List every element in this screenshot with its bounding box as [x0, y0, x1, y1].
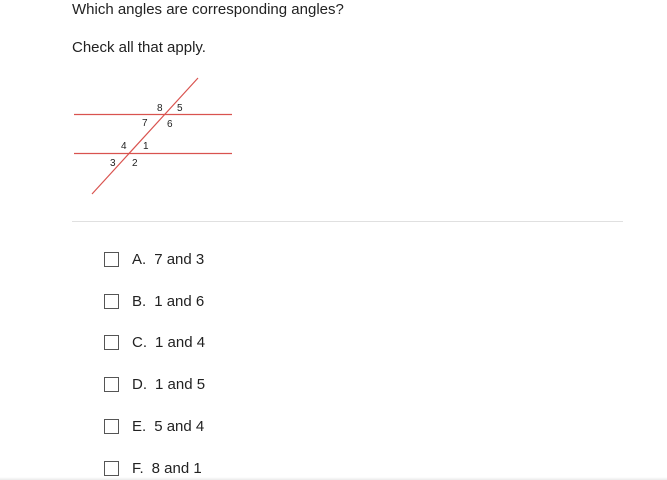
- option-c[interactable]: C. 1 and 4: [104, 330, 205, 354]
- option-d[interactable]: D. 1 and 5: [104, 372, 205, 396]
- option-f-letter: F.: [132, 459, 144, 477]
- transversal-diagram-svg: 8 5 7 6 4 1 3 2: [74, 77, 232, 195]
- checkbox-d[interactable]: [104, 376, 119, 392]
- option-c-text: 1 and 4: [155, 333, 206, 351]
- option-a-letter: A.: [132, 250, 147, 268]
- checkbox-e[interactable]: [104, 418, 119, 434]
- checkbox-a[interactable]: [104, 251, 119, 267]
- section-divider: [72, 221, 623, 222]
- question-instruction: Check all that apply.: [72, 39, 206, 56]
- angle-label-3: 3: [110, 158, 116, 169]
- option-b-letter: B.: [132, 292, 147, 310]
- option-b[interactable]: B. 1 and 6: [104, 289, 204, 313]
- angle-label-5: 5: [177, 103, 183, 114]
- option-d-text: 1 and 5: [155, 375, 206, 393]
- option-e-text: 5 and 4: [154, 417, 205, 435]
- option-e-letter: E.: [132, 417, 147, 435]
- angle-label-1: 1: [143, 141, 149, 152]
- question-prompt: Which angles are corresponding angles?: [72, 1, 344, 18]
- angle-label-4: 4: [121, 141, 127, 152]
- option-f-text: 8 and 1: [151, 459, 202, 477]
- transversal-line: [91, 77, 199, 195]
- angle-diagram: 8 5 7 6 4 1 3 2: [70, 74, 240, 200]
- question-page: Which angles are corresponding angles? C…: [0, 0, 667, 480]
- checkbox-f[interactable]: [104, 460, 119, 476]
- option-a[interactable]: A. 7 and 3: [104, 247, 204, 271]
- checkbox-c[interactable]: [104, 334, 119, 350]
- option-c-letter: C.: [132, 333, 147, 351]
- option-a-text: 7 and 3: [154, 250, 205, 268]
- checkbox-b[interactable]: [104, 293, 119, 309]
- option-b-text: 1 and 6: [154, 292, 205, 310]
- angle-label-7: 7: [142, 118, 148, 129]
- option-e[interactable]: E. 5 and 4: [104, 414, 204, 438]
- option-d-letter: D.: [132, 375, 147, 393]
- angle-label-8: 8: [157, 103, 163, 114]
- angle-label-2: 2: [132, 158, 138, 169]
- angle-label-6: 6: [167, 119, 173, 130]
